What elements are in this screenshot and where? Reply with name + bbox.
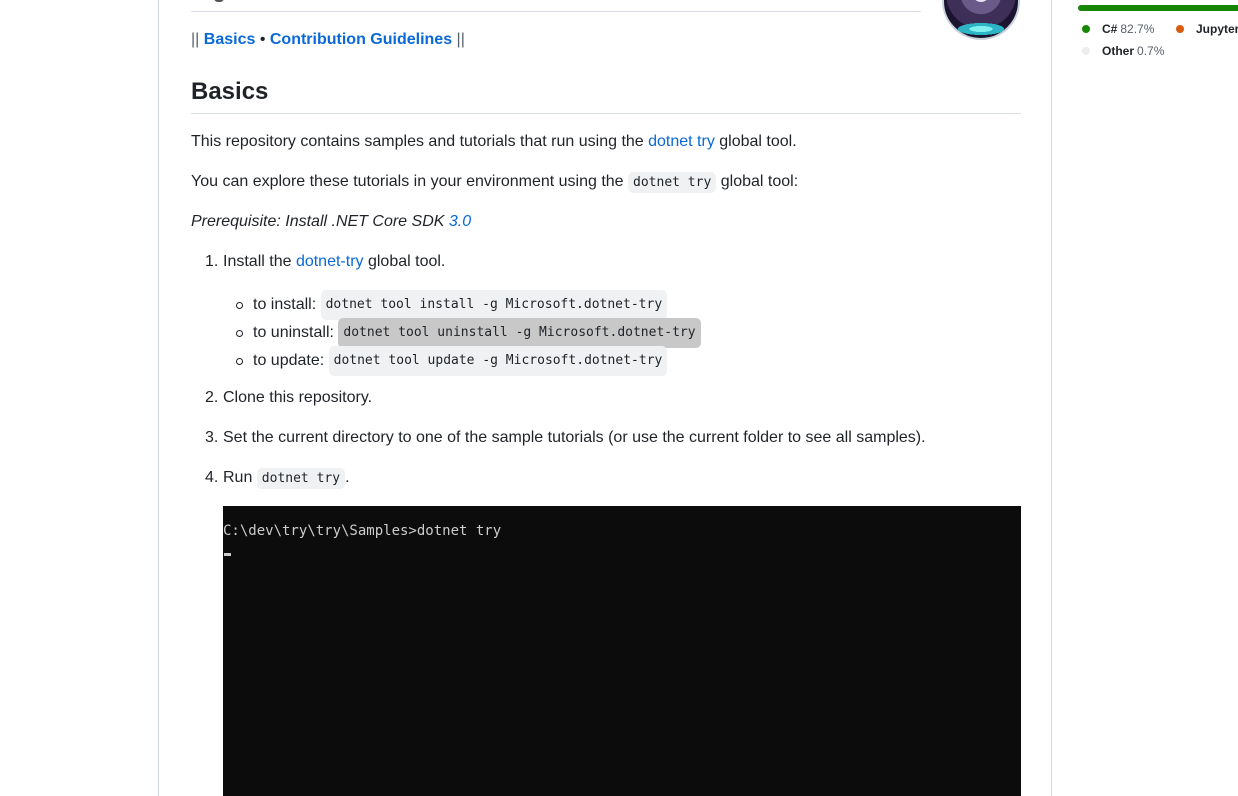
list-item: 1. Install the dotnet-try global tool. [205, 250, 445, 274]
link-dotnet-try-tool[interactable]: dotnet-try [296, 253, 364, 270]
explore-text-end: global tool: [716, 173, 799, 190]
language-item-other[interactable]: Other 0.7% [1082, 43, 1164, 59]
terminal-prompt: C:\dev\try\try\Samples>dotnet try [223, 523, 502, 539]
list-text: Clone this repository. [223, 389, 373, 406]
language-dot [1176, 25, 1184, 33]
list-item: to install: dotnet tool install -g Micro… [236, 290, 668, 320]
heading-divider-top [191, 11, 921, 12]
list-text: Run [223, 469, 257, 486]
list-item: 4. Run dotnet try. [205, 466, 350, 491]
language-bar [1078, 5, 1238, 11]
terminal-screenshot: C:\dev\try\try\Samples>dotnet try [223, 506, 1021, 796]
intro-paragraph: This repository contains samples and tut… [191, 130, 797, 154]
inline-code: dotnet try [628, 172, 717, 193]
list-item: 3. Set the current directory to one of th… [205, 426, 926, 450]
readme-nav: || Basics • Contribution Guidelines || [191, 29, 465, 51]
link-contribution-guidelines[interactable]: Contribution Guidelines [270, 31, 452, 48]
bullet-circle [236, 329, 243, 337]
nav-separator: || [191, 31, 200, 48]
list-number: 2. [205, 389, 219, 406]
list-text: Install the [223, 253, 296, 270]
substep-label: to uninstall: [253, 324, 334, 341]
substep-label: to install: [253, 296, 317, 313]
explore-text: You can explore these tutorials in your … [191, 173, 629, 190]
link-basics[interactable]: Basics [204, 31, 256, 48]
list-text-end: global tool. [363, 253, 446, 270]
page: || Basics • Contribution Guidelines || B… [0, 0, 1238, 796]
list-number: 3. [205, 429, 219, 446]
list-text: Set the current directory to one of the … [223, 429, 926, 446]
inline-code: dotnet try [256, 468, 346, 489]
link-dotnet-try[interactable]: dotnet try [648, 133, 715, 150]
intro-text: This repository contains samples and tut… [191, 133, 649, 150]
list-number: 1. [205, 253, 219, 270]
prerequisite-text: Prerequisite: Install .NET Core SDK [191, 213, 449, 230]
command-code-selected[interactable]: dotnet tool uninstall -g Microsoft.dotne… [338, 318, 701, 348]
section-heading-basics: Basics [191, 78, 269, 105]
prerequisite-paragraph: Prerequisite: Install .NET Core SDK 3.0 [191, 210, 471, 234]
link-sdk-3-0[interactable]: 3.0 [449, 213, 471, 230]
terminal-cursor [224, 553, 231, 556]
command-code[interactable]: dotnet tool update -g Microsoft.dotnet-t… [328, 346, 668, 376]
bullet-circle [236, 357, 243, 365]
substep-label: to update: [253, 352, 325, 369]
list-item: to update: dotnet tool update -g Microso… [236, 346, 668, 376]
list-text-end: . [345, 469, 350, 486]
nav-separator: || [456, 31, 465, 48]
language-name: Jupyter [1196, 22, 1238, 36]
list-item: to uninstall: dotnet tool uninstall -g M… [236, 318, 701, 348]
bullet-circle [236, 301, 243, 309]
language-item-csharp[interactable]: C# 82.7% [1082, 21, 1154, 37]
language-percent: 0.7% [1137, 44, 1165, 58]
language-percent: 82.7% [1120, 22, 1155, 36]
command-code[interactable]: dotnet tool install -g Microsoft.dotnet-… [320, 290, 668, 320]
explore-paragraph: You can explore these tutorials in your … [191, 170, 798, 195]
language-name: C# [1102, 22, 1118, 36]
language-dot [1082, 25, 1090, 33]
language-item-jupyter[interactable]: Jupyter [1176, 21, 1238, 37]
list-number: 4. [205, 469, 219, 486]
language-dot [1082, 47, 1090, 55]
list-item: 2. Clone this repository. [205, 386, 372, 410]
nav-bullet: • [259, 31, 266, 48]
language-name: Other [1102, 44, 1135, 58]
intro-text-end: global tool. [714, 133, 797, 150]
heading-divider [191, 113, 1021, 114]
